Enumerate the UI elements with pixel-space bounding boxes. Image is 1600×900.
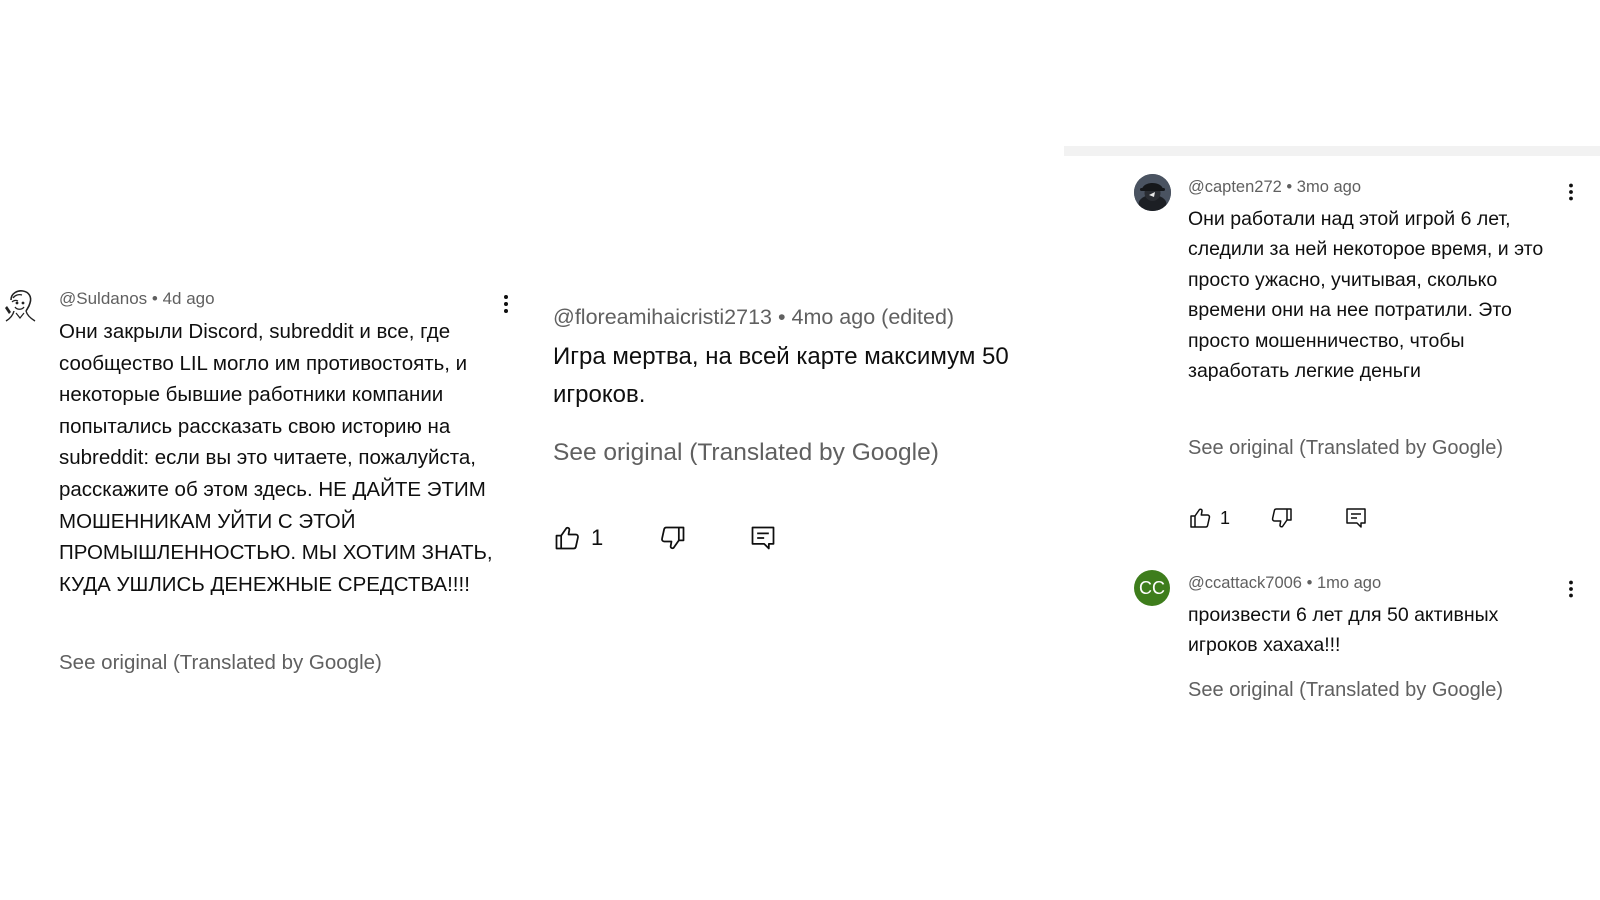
author-handle[interactable]: @floreamihaicristi2713 <box>553 305 772 329</box>
like-button[interactable]: 1 <box>553 524 603 552</box>
comment-text: произвести 6 лет для 50 активных игроков… <box>1188 604 1499 657</box>
reply-comment-icon <box>751 526 775 550</box>
reply-button[interactable] <box>749 524 777 552</box>
comment-capten272: @capten272 • 3mo ago Они работали над эт… <box>1064 166 1600 536</box>
more-vertical-icon <box>504 295 508 313</box>
more-actions-button[interactable] <box>503 294 509 314</box>
thumbs-down-icon <box>1271 508 1292 528</box>
comment-meta: @Suldanos • 4d ago <box>59 289 215 309</box>
author-handle[interactable]: @ccattack7006 <box>1188 574 1302 592</box>
meta-separator: • <box>1306 574 1313 592</box>
reply-button[interactable] <box>1344 506 1368 530</box>
comment-ccattack7006: CC @ccattack7006 • 1mo ago произвести 6 … <box>1064 560 1600 720</box>
comment-time[interactable]: 3mo ago <box>1297 178 1361 196</box>
comment-meta: @floreamihaicristi2713 • 4mo ago (edited… <box>553 305 954 330</box>
dislike-button[interactable] <box>1270 506 1294 530</box>
avatar[interactable] <box>1134 174 1171 211</box>
author-handle[interactable]: @capten272 <box>1188 178 1282 196</box>
more-vertical-icon <box>1569 580 1573 598</box>
sketch-portrait-icon <box>2 288 38 324</box>
comment-actions: 1 <box>1188 506 1368 530</box>
comment-floreamihaicristi: @floreamihaicristi2713 • 4mo ago (edited… <box>548 300 1048 580</box>
like-button[interactable]: 1 <box>1188 506 1230 530</box>
comment-time[interactable]: 1mo ago <box>1317 574 1381 592</box>
dark-hat-avatar-icon <box>1134 174 1171 211</box>
author-handle[interactable]: @Suldanos <box>59 289 147 308</box>
panel-divider <box>1064 146 1600 156</box>
more-actions-button[interactable] <box>1568 183 1574 201</box>
comment-meta: @capten272 • 3mo ago <box>1188 178 1361 197</box>
thumbs-up-icon <box>1190 508 1211 528</box>
like-count: 1 <box>1220 507 1231 528</box>
comment-text: Они работали над этой игрой 6 лет, следи… <box>1188 208 1544 383</box>
edited-label: (edited) <box>881 305 955 329</box>
more-vertical-icon <box>1569 183 1573 201</box>
comment-time[interactable]: 4mo ago <box>792 305 876 329</box>
comment-text: Игра мертва, на всей карте максимум 50 и… <box>553 343 1009 408</box>
see-original-link[interactable]: See original (Translated by Google) <box>1188 679 1503 702</box>
avatar[interactable] <box>2 288 38 324</box>
see-original-link[interactable]: See original (Translated by Google) <box>553 439 939 467</box>
avatar[interactable]: CC <box>1134 570 1170 606</box>
dislike-button[interactable] <box>659 524 687 552</box>
meta-separator: • <box>1286 178 1293 196</box>
right-comment-panel: @capten272 • 3mo ago Они работали над эт… <box>1064 146 1600 746</box>
more-actions-button[interactable] <box>1568 580 1574 598</box>
reply-comment-icon <box>1346 508 1366 528</box>
thumbs-down-icon <box>661 526 685 550</box>
comment-suldanos: @Suldanos • 4d ago Они закрыли Discord, … <box>0 282 530 702</box>
comment-text: Они закрыли Discord, subreddit и все, гд… <box>59 320 493 596</box>
meta-separator: • <box>777 305 786 329</box>
comment-time[interactable]: 4d ago <box>163 289 215 308</box>
thumbs-up-icon <box>555 526 579 550</box>
see-original-link[interactable]: See original (Translated by Google) <box>1188 437 1503 460</box>
like-count: 1 <box>591 525 604 550</box>
comment-meta: @ccattack7006 • 1mo ago <box>1188 574 1381 593</box>
see-original-link[interactable]: See original (Translated by Google) <box>59 651 382 675</box>
meta-separator: • <box>151 289 158 308</box>
comment-actions: 1 <box>553 524 777 552</box>
avatar-initials: CC <box>1139 577 1165 598</box>
